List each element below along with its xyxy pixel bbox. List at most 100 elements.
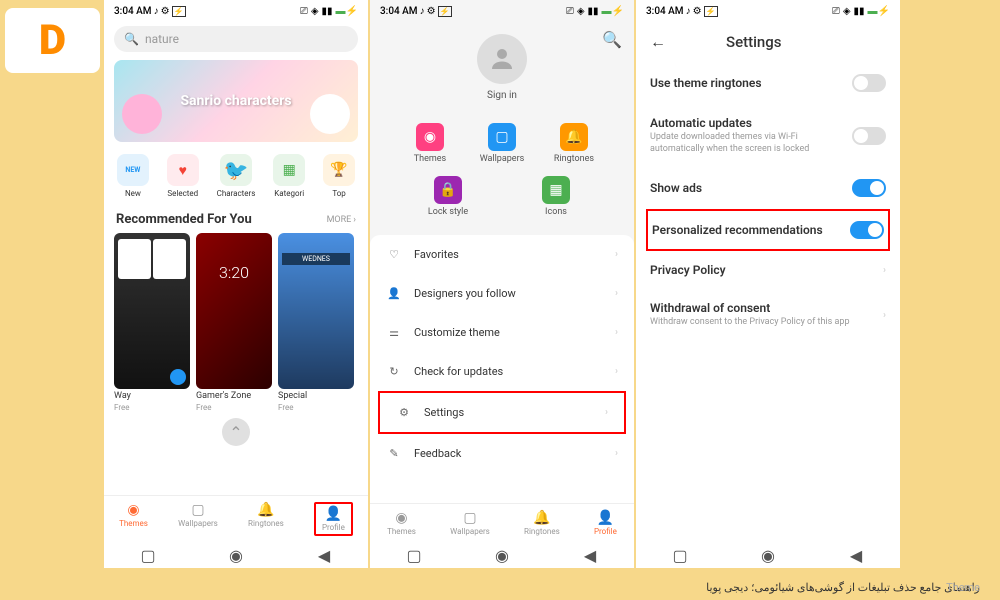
- setting-withdrawal[interactable]: Withdrawal of consent Withdraw consent t…: [650, 289, 886, 341]
- menu-label: Settings: [424, 406, 464, 419]
- menu-designers[interactable]: 👤 Designers you follow ›: [370, 274, 634, 313]
- bottom-nav: ◉ Themes ▢ Wallpapers 🔔 Ringtones 👤 Prof…: [370, 503, 634, 542]
- user-avatar[interactable]: [477, 34, 527, 84]
- chevron-right-icon: ›: [615, 288, 618, 299]
- grid-icons[interactable]: ▦ Icons: [520, 170, 591, 223]
- signin-link[interactable]: Sign in: [370, 90, 634, 101]
- category-top[interactable]: 🏆 Top: [323, 154, 355, 198]
- chevron-right-icon: ›: [883, 265, 886, 276]
- setting-title: Personalized recommendations: [652, 223, 850, 237]
- toggle-switch[interactable]: [852, 127, 886, 145]
- page-title: Settings: [726, 33, 782, 51]
- back-button[interactable]: ←: [650, 32, 666, 52]
- nav-ringtones[interactable]: 🔔 Ringtones: [524, 510, 560, 536]
- banner-title: Sanrio characters: [180, 93, 291, 109]
- theme-card-way[interactable]: Way Free: [114, 233, 190, 412]
- back-icon[interactable]: ◀: [849, 548, 863, 562]
- nav-profile[interactable]: 👤 Profile: [314, 502, 353, 536]
- home-icon[interactable]: ◉: [495, 548, 509, 562]
- theme-price: Free: [278, 403, 354, 412]
- gear-icon: ⚙: [161, 6, 170, 17]
- music-icon: ♪: [154, 6, 159, 17]
- refresh-icon: ↻: [386, 365, 402, 378]
- menu-label: Customize theme: [414, 326, 500, 339]
- menu-updates[interactable]: ↻ Check for updates ›: [370, 352, 634, 391]
- grid-themes[interactable]: ◉ Themes: [394, 117, 465, 170]
- nav-label: Profile: [322, 523, 345, 532]
- menu-settings[interactable]: ⚙ Settings ›: [378, 391, 626, 434]
- themes-icon: ◉: [127, 502, 139, 518]
- cast-icon: ⎚: [300, 6, 308, 17]
- nav-profile[interactable]: 👤 Profile: [594, 510, 617, 536]
- toggle-switch[interactable]: [852, 74, 886, 92]
- recent-apps-icon[interactable]: ▢: [673, 548, 687, 562]
- volte-icon: ⚡: [438, 6, 452, 17]
- toggle-switch[interactable]: [850, 221, 884, 239]
- category-characters[interactable]: 🐦 Characters: [217, 154, 256, 198]
- theme-preview: WEDNES: [278, 233, 354, 389]
- search-icon[interactable]: 🔍: [602, 30, 622, 49]
- search-input[interactable]: 🔍 nature: [114, 26, 358, 52]
- nav-wallpapers[interactable]: ▢ Wallpapers: [450, 510, 490, 536]
- theme-card-gamer[interactable]: 3:20 Gamer's Zone Free: [196, 233, 272, 412]
- setting-privacy[interactable]: Privacy Policy ›: [650, 251, 886, 289]
- theme-card-special[interactable]: WEDNES Special Free: [278, 233, 354, 412]
- home-icon[interactable]: ◉: [761, 548, 775, 562]
- nav-themes[interactable]: ◉ Themes: [119, 502, 148, 536]
- more-link[interactable]: MORE ›: [327, 215, 356, 225]
- footer: راهنمای جامع حذف تبلیغات از گوشی‌های شیا…: [0, 581, 1000, 594]
- menu-customize[interactable]: ⚌ Customize theme ›: [370, 313, 634, 352]
- category-new[interactable]: NEW New: [117, 154, 149, 198]
- theme-preview: [114, 233, 190, 389]
- setting-auto-updates[interactable]: Automatic updates Update downloaded them…: [650, 104, 886, 167]
- profile-grid: ◉ Themes ▢ Wallpapers 🔔 Ringtones 🔒 Lock…: [370, 113, 634, 227]
- home-icon[interactable]: ◉: [229, 548, 243, 562]
- music-icon: ♪: [420, 6, 425, 17]
- featured-banner[interactable]: Sanrio characters: [114, 60, 358, 142]
- nav-wallpapers[interactable]: ▢ Wallpapers: [178, 502, 218, 536]
- chevron-right-icon: ›: [615, 327, 618, 338]
- back-icon[interactable]: ◀: [317, 548, 331, 562]
- wifi-icon: ◈: [843, 6, 851, 17]
- chevron-up-icon: ⌃: [229, 423, 242, 442]
- nav-themes[interactable]: ◉ Themes: [387, 510, 416, 536]
- edit-icon: ✎: [386, 447, 402, 460]
- grid-ringtones[interactable]: 🔔 Ringtones: [538, 117, 609, 170]
- nav-ringtones[interactable]: 🔔 Ringtones: [248, 502, 284, 536]
- setting-title: Use theme ringtones: [650, 76, 852, 90]
- category-selected[interactable]: ♥ Selected: [167, 154, 199, 198]
- theme-preview: 3:20: [196, 233, 272, 389]
- back-icon[interactable]: ◀: [583, 548, 597, 562]
- category-label: Characters: [217, 189, 256, 198]
- theme-name: Way: [114, 391, 190, 401]
- nav-label: Profile: [594, 527, 617, 536]
- setting-title: Withdrawal of consent: [650, 301, 883, 315]
- menu-label: Favorites: [414, 248, 459, 261]
- setting-personalized[interactable]: Personalized recommendations: [646, 209, 890, 251]
- toggle-switch[interactable]: [852, 179, 886, 197]
- site-logo: D: [5, 8, 100, 73]
- music-icon: ♪: [686, 6, 691, 17]
- lock-icon: 🔒: [434, 176, 462, 204]
- theme-clock: 3:20: [196, 263, 272, 282]
- setting-show-ads[interactable]: Show ads: [650, 167, 886, 209]
- theme-day: WEDNES: [282, 253, 350, 265]
- bell-icon: 🔔: [560, 123, 588, 151]
- nav-label: Themes: [119, 519, 148, 528]
- setting-theme-ringtones[interactable]: Use theme ringtones: [650, 62, 886, 104]
- signal-icon: ▮▮: [322, 6, 333, 17]
- category-label: Kategori: [274, 189, 304, 198]
- scroll-up-button[interactable]: ⌃: [222, 418, 250, 446]
- category-kategori[interactable]: ▦ Kategori: [273, 154, 305, 198]
- menu-list: ♡ Favorites › 👤 Designers you follow › ⚌…: [370, 235, 634, 503]
- nav-label: Ringtones: [248, 519, 284, 528]
- person-icon: [487, 44, 517, 74]
- grid-lock[interactable]: 🔒 Lock style: [412, 170, 483, 223]
- menu-favorites[interactable]: ♡ Favorites ›: [370, 235, 634, 274]
- recent-apps-icon[interactable]: ▢: [407, 548, 421, 562]
- menu-feedback[interactable]: ✎ Feedback ›: [370, 434, 634, 473]
- grid-wallpapers[interactable]: ▢ Wallpapers: [466, 117, 537, 170]
- signal-icon: ▮▮: [588, 6, 599, 17]
- volte-icon: ⚡: [172, 6, 186, 17]
- recent-apps-icon[interactable]: ▢: [141, 548, 155, 562]
